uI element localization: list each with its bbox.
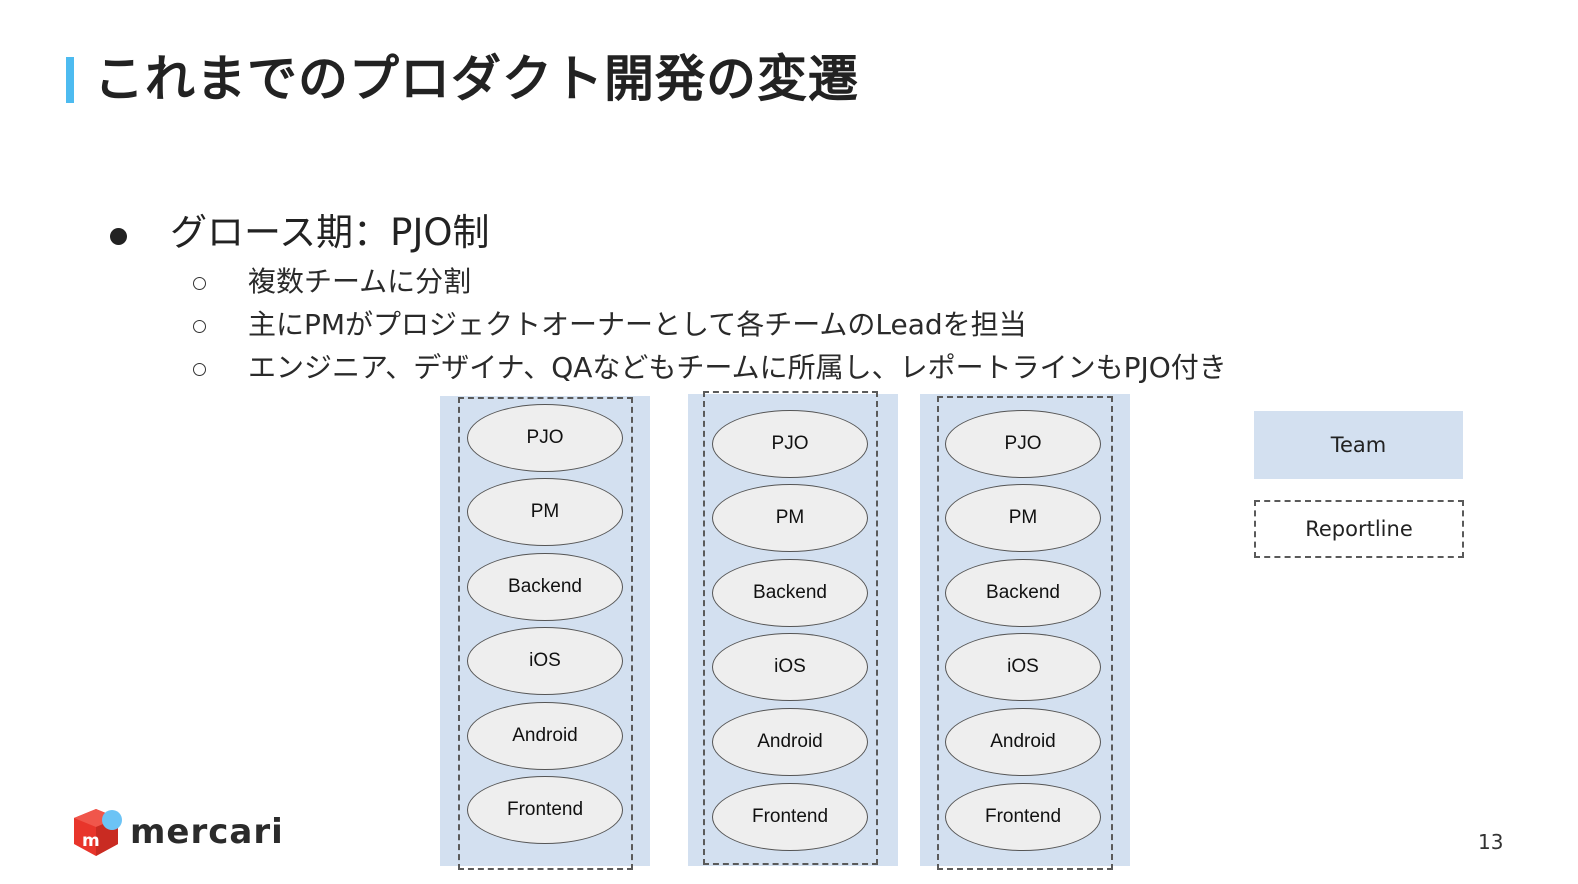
sub-bullet-text: 主にPMがプロジェクトオーナーとして各チームのLeadを担当 (248, 308, 1027, 341)
hollow-bullet-icon (193, 363, 206, 376)
member-node: iOS (945, 633, 1101, 701)
member-node: iOS (467, 627, 623, 695)
member-node: Backend (467, 553, 623, 621)
member-node: Frontend (712, 783, 868, 851)
member-node: Frontend (467, 776, 623, 844)
sub-bullet-text: エンジニア、デザイナ、QAなどもチームに所属し、レポートラインもPJO付き (248, 351, 1227, 384)
bullet-main-text: グロース期：PJO制 (170, 211, 490, 254)
member-node: Frontend (945, 783, 1101, 851)
member-node: PJO (945, 410, 1101, 478)
member-node: Android (467, 702, 623, 770)
sub-bullet-text: 複数チームに分割 (248, 265, 472, 298)
bullet-dot-icon (110, 228, 127, 245)
mercari-logo: m mercari (72, 806, 283, 862)
title-accent-bar (66, 57, 74, 103)
member-node: PJO (467, 404, 623, 472)
page-title: これまでのプロダクト開発の変遷 (94, 50, 859, 108)
hollow-bullet-icon (193, 277, 206, 290)
member-node: Backend (712, 559, 868, 627)
page-number: 13 (1478, 830, 1504, 854)
member-node: Android (945, 708, 1101, 776)
logo-wordmark: mercari (130, 812, 284, 852)
member-node: PJO (712, 410, 868, 478)
member-node: PM (712, 484, 868, 552)
legend-reportline: Reportline (1254, 500, 1464, 558)
hollow-bullet-icon (193, 320, 206, 333)
member-node: PM (945, 484, 1101, 552)
mercari-cube-icon: m (74, 809, 122, 856)
member-node: Backend (945, 559, 1101, 627)
cube-letter: m (82, 831, 100, 851)
member-node: Android (712, 708, 868, 776)
member-node: PM (467, 478, 623, 546)
legend-team: Team (1254, 411, 1463, 479)
member-node: iOS (712, 633, 868, 701)
